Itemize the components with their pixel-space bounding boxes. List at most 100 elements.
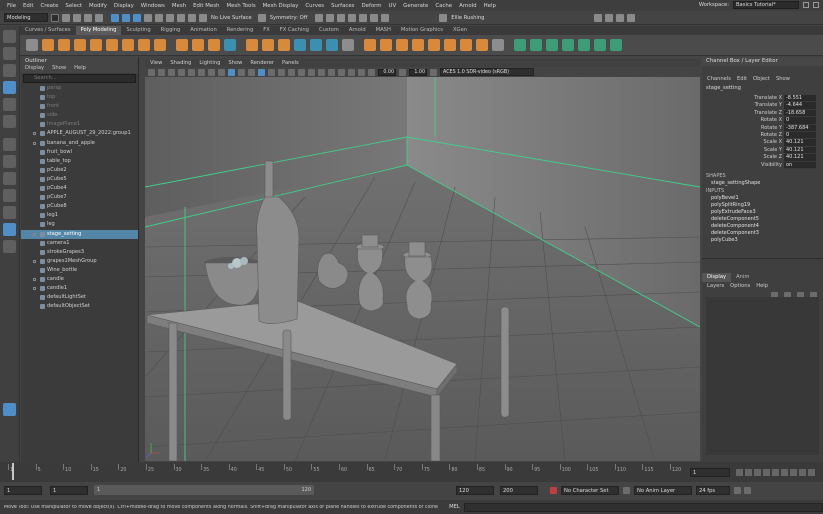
layer-menu-options[interactable]: Options: [730, 282, 750, 291]
spherical-uv-icon[interactable]: [578, 39, 590, 51]
outliner-item[interactable]: candle1: [21, 284, 138, 293]
symmetry-label[interactable]: Symmetry: Off: [270, 15, 308, 21]
quad-draw-icon[interactable]: [492, 39, 504, 51]
arnold-render-icon[interactable]: [381, 13, 390, 22]
menu-curves[interactable]: Curves: [305, 3, 324, 9]
select-hierarchy-icon[interactable]: [111, 13, 119, 22]
planar-uv-icon[interactable]: [530, 39, 542, 51]
cylindrical-uv-icon[interactable]: [562, 39, 574, 51]
outliner-item[interactable]: ImagePlane1: [21, 120, 138, 129]
outliner-item[interactable]: top: [21, 93, 138, 102]
layer-tab-anim[interactable]: Anim: [731, 273, 754, 282]
film-gate-icon[interactable]: [198, 68, 205, 76]
range-bar[interactable]: 1 120: [94, 485, 314, 495]
camera-select-icon[interactable]: [148, 68, 155, 76]
four-pane-icon[interactable]: [3, 155, 16, 168]
attribute-label[interactable]: Translate Z: [702, 110, 784, 117]
current-frame-field[interactable]: 1: [690, 468, 730, 477]
outliner-menu-display[interactable]: Display: [25, 65, 44, 73]
menu-mesh[interactable]: Mesh: [172, 3, 186, 9]
search-icon[interactable]: [3, 240, 16, 253]
poly-plane-icon[interactable]: [122, 39, 134, 51]
poly-torus-icon[interactable]: [106, 39, 118, 51]
menu-cache[interactable]: Cache: [435, 3, 452, 9]
save-scene-icon[interactable]: [73, 13, 81, 22]
menu-uv[interactable]: UV: [389, 3, 397, 9]
insert-edge-loop-icon[interactable]: [460, 39, 472, 51]
outliner-item[interactable]: leg: [21, 220, 138, 229]
modeling-toolkit-icon[interactable]: [594, 13, 603, 22]
live-surface-label[interactable]: No Live Surface: [211, 15, 252, 21]
attribute-label[interactable]: Scale Y: [702, 147, 784, 154]
gamma-field[interactable]: 1.00: [409, 68, 427, 76]
render-icon[interactable]: [315, 13, 324, 22]
shelf-tab-arnold[interactable]: Arnold: [344, 26, 371, 35]
mel-label[interactable]: MEL: [449, 504, 460, 510]
uv-editor-icon[interactable]: [514, 39, 526, 51]
menu-surfaces[interactable]: Surfaces: [331, 3, 354, 9]
shelf-tab-rendering[interactable]: Rendering: [222, 26, 259, 35]
outliner-item[interactable]: stage_setting: [21, 229, 138, 239]
attribute-label[interactable]: Translate Y: [702, 102, 784, 109]
input-node[interactable]: deleteComponent5: [702, 216, 823, 223]
command-line-input[interactable]: [463, 502, 823, 512]
attribute-label[interactable]: Scale Z: [702, 154, 784, 161]
shelf-tab-poly-modeling[interactable]: Poly Modeling: [75, 26, 122, 35]
menu-create[interactable]: Create: [40, 3, 58, 9]
layout-icon[interactable]: [3, 223, 16, 236]
safe-action-icon[interactable]: [238, 68, 245, 76]
shape-node[interactable]: stage_settingShape: [702, 180, 823, 187]
boolean-icon[interactable]: [294, 39, 306, 51]
outliner-item[interactable]: side: [21, 111, 138, 120]
loop-icon[interactable]: [808, 469, 815, 476]
sweep-mesh-icon[interactable]: [176, 39, 188, 51]
shelf-tab-xgen[interactable]: XGen: [448, 26, 472, 35]
smooth-icon[interactable]: [278, 39, 290, 51]
persp-outliner-icon[interactable]: [3, 189, 16, 202]
attribute-value-field[interactable]: -4.644: [784, 102, 816, 110]
lights-icon[interactable]: [288, 68, 295, 76]
menu-display[interactable]: Display: [114, 3, 134, 9]
poly-cube-icon[interactable]: [58, 39, 70, 51]
shelf-tab-fx[interactable]: FX: [258, 26, 275, 35]
attribute-value-field[interactable]: 0: [784, 131, 816, 140]
auto-key-icon[interactable]: [734, 486, 741, 494]
move-tool-icon[interactable]: [3, 81, 16, 94]
animation-end-field[interactable]: 200: [500, 485, 538, 495]
automatic-uv-icon[interactable]: [546, 39, 558, 51]
channel-menu-show[interactable]: Show: [776, 75, 790, 84]
select-object-icon[interactable]: [122, 13, 130, 22]
play-forwards-icon[interactable]: [772, 469, 779, 476]
motion-blur-icon[interactable]: [318, 68, 325, 76]
menu-help[interactable]: Help: [484, 3, 496, 9]
svg-icon[interactable]: [224, 39, 236, 51]
anim-layer-dropdown[interactable]: No Anim Layer: [634, 485, 692, 495]
attribute-label[interactable]: Scale X: [702, 139, 784, 146]
outliner-item[interactable]: leg1: [21, 211, 138, 220]
attribute-value-field[interactable]: -8.551: [784, 95, 816, 103]
target-weld-icon[interactable]: [476, 39, 488, 51]
retopologize-icon[interactable]: [326, 39, 338, 51]
super-shape-icon[interactable]: [192, 39, 204, 51]
symmetry-icon[interactable]: [257, 13, 266, 22]
paint-select-icon[interactable]: [3, 64, 16, 77]
attribute-value-field[interactable]: -18.658: [784, 109, 816, 118]
input-node[interactable]: deleteComponent4: [702, 223, 823, 230]
tool-settings-icon[interactable]: [616, 13, 625, 22]
exposure-field[interactable]: 0.00: [378, 68, 396, 76]
camera-attributes-icon[interactable]: [158, 68, 165, 76]
layer-menu-help[interactable]: Help: [756, 282, 768, 291]
single-pane-icon[interactable]: [3, 138, 16, 151]
outliner-item[interactable]: table_top: [21, 157, 138, 166]
outliner-item[interactable]: pCube4: [21, 184, 138, 193]
platonic-solid-icon[interactable]: [154, 39, 166, 51]
bevel-icon[interactable]: [396, 39, 408, 51]
cut-uv-icon[interactable]: [594, 39, 606, 51]
menu-edit-mesh[interactable]: Edit Mesh: [193, 3, 219, 9]
outliner-menu-show[interactable]: Show: [52, 65, 66, 73]
outliner-item[interactable]: banana_and_apple: [21, 139, 138, 148]
outliner-item[interactable]: pCube5: [21, 175, 138, 184]
input-node[interactable]: polySplitRing19: [702, 202, 823, 209]
attribute-label[interactable]: Visibility: [702, 162, 784, 169]
shelf-tab-motion-graphics[interactable]: Motion Graphics: [396, 26, 448, 35]
